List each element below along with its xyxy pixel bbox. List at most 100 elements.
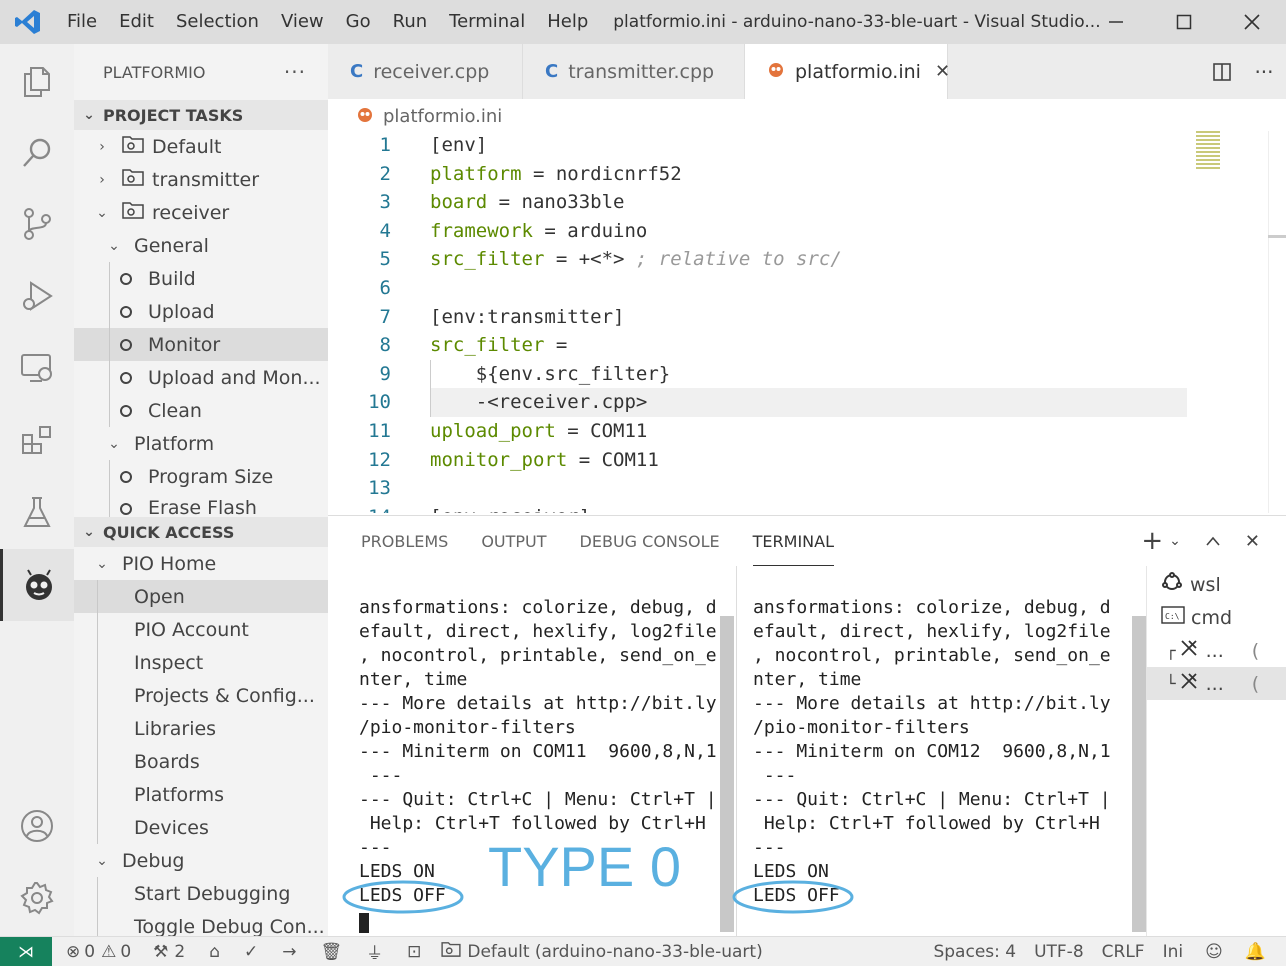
- env-receiver[interactable]: ⌄ receiver: [74, 196, 328, 229]
- env-default[interactable]: › Default: [74, 130, 328, 163]
- task-build[interactable]: Build: [74, 262, 328, 295]
- task-upload[interactable]: Upload: [74, 295, 328, 328]
- terminal-task-1[interactable]: ┌ ... (: [1146, 634, 1286, 667]
- search-icon[interactable]: [0, 117, 74, 189]
- panel-tab-problems[interactable]: PROBLEMS: [361, 516, 448, 566]
- eol-status[interactable]: CRLF: [1102, 942, 1145, 962]
- pio-terminal-icon[interactable]: ⊡: [407, 942, 421, 962]
- tasks-status[interactable]: ⚒ 2: [153, 942, 185, 962]
- settings-gear-icon[interactable]: [0, 862, 74, 934]
- group-general[interactable]: ⌄ General: [74, 229, 328, 262]
- code-line[interactable]: 2 platform = nordicnrf52: [328, 160, 1286, 189]
- terminal-task-2[interactable]: └ ... (: [1146, 667, 1286, 700]
- remote-indicator-icon[interactable]: ⋊: [0, 936, 52, 966]
- code-line[interactable]: 1 [env]: [328, 131, 1286, 160]
- breadcrumb[interactable]: platformio.ini: [356, 103, 502, 129]
- home-boards[interactable]: Boards: [74, 745, 328, 778]
- menu-go[interactable]: Go: [335, 0, 382, 44]
- maximize-panel-icon[interactable]: [1205, 532, 1221, 551]
- source-control-icon[interactable]: [0, 188, 74, 260]
- accounts-icon[interactable]: [0, 790, 74, 862]
- code-line[interactable]: 12 monitor_port = COM11: [328, 446, 1286, 475]
- explorer-icon[interactable]: [0, 46, 74, 118]
- panel-tab-debug-console[interactable]: DEBUG CONSOLE: [580, 516, 720, 566]
- home-open[interactable]: Open: [74, 580, 328, 613]
- terminal-cmd[interactable]: C:\ cmd: [1146, 601, 1286, 634]
- terminal-left-scrollbar[interactable]: [720, 616, 734, 932]
- code-line[interactable]: 8 src_filter =: [328, 331, 1286, 360]
- home-libraries[interactable]: Libraries: [74, 712, 328, 745]
- menu-selection[interactable]: Selection: [165, 0, 270, 44]
- menu-view[interactable]: View: [270, 0, 335, 44]
- home-projects-config[interactable]: Projects & Config...: [74, 679, 328, 712]
- home-devices[interactable]: Devices: [74, 811, 328, 844]
- home-inspect[interactable]: Inspect: [74, 646, 328, 679]
- code-line[interactable]: 6: [328, 274, 1286, 303]
- new-terminal-icon[interactable]: +: [1141, 526, 1163, 556]
- language-mode-status[interactable]: Ini: [1163, 942, 1184, 962]
- menu-terminal[interactable]: Terminal: [438, 0, 536, 44]
- notifications-bell-icon[interactable]: 🔔: [1245, 942, 1266, 962]
- terminal-left-output[interactable]: ansformations: colorize, debug, d efault…: [359, 596, 717, 908]
- terminal-right-scrollbar[interactable]: [1132, 616, 1146, 932]
- env-transmitter[interactable]: › transmitter: [74, 163, 328, 196]
- more-actions-icon[interactable]: ···: [284, 60, 306, 84]
- tab-platformio-ini[interactable]: platformio.ini ✕: [745, 44, 950, 99]
- indentation-status[interactable]: Spaces: 4: [933, 942, 1016, 962]
- code-line[interactable]: 3 board = nano33ble: [328, 188, 1286, 217]
- tab-receiver-cpp[interactable]: C receiver.cpp: [328, 44, 523, 99]
- pio-build-icon[interactable]: ✓: [244, 942, 258, 962]
- code-line[interactable]: 13: [328, 474, 1286, 503]
- task-monitor[interactable]: Monitor: [74, 328, 328, 361]
- encoding-status[interactable]: UTF-8: [1034, 942, 1084, 962]
- pio-monitor-icon[interactable]: ⏚: [366, 939, 383, 964]
- pio-clean-icon[interactable]: 🗑: [321, 942, 343, 962]
- debug-toggle-console[interactable]: Toggle Debug Con...: [74, 910, 328, 936]
- home-platforms[interactable]: Platforms: [74, 778, 328, 811]
- project-tasks-header[interactable]: ⌄ PROJECT TASKS: [74, 100, 328, 130]
- remote-explorer-icon[interactable]: [0, 332, 74, 404]
- task-clean[interactable]: Clean: [74, 394, 328, 427]
- home-pio-account[interactable]: PIO Account: [74, 613, 328, 646]
- menu-file[interactable]: File: [56, 0, 108, 44]
- editor-more-actions-icon[interactable]: ···: [1242, 44, 1286, 99]
- run-debug-icon[interactable]: [0, 260, 74, 332]
- code-line[interactable]: 10 -<receiver.cpp>: [328, 388, 1286, 417]
- code-line[interactable]: 7 [env:transmitter]: [328, 303, 1286, 332]
- tab-transmitter-cpp[interactable]: C transmitter.cpp: [523, 44, 745, 99]
- code-editor[interactable]: 1 [env] 2 platform = nordicnrf52 3 board = na…: [328, 131, 1286, 513]
- terminal-wsl[interactable]: wsl: [1146, 568, 1286, 601]
- code-line[interactable]: 5 src_filter = +<*> ; relative to src/: [328, 245, 1286, 274]
- testing-icon[interactable]: [0, 476, 74, 548]
- terminal-right-output[interactable]: ansformations: colorize, debug, d efault…: [753, 596, 1111, 908]
- group-debug[interactable]: ⌄ Debug: [74, 844, 328, 877]
- task-upload-and-monitor[interactable]: Upload and Mon...: [74, 361, 328, 394]
- pio-upload-icon[interactable]: →: [282, 942, 296, 962]
- menu-help[interactable]: Help: [536, 0, 599, 44]
- problems-status[interactable]: ⊗ 0 ⚠ 0: [66, 942, 131, 962]
- platformio-icon[interactable]: [0, 549, 74, 621]
- menu-edit[interactable]: Edit: [108, 0, 165, 44]
- panel-tab-terminal[interactable]: TERMINAL: [752, 516, 835, 566]
- group-platform[interactable]: ⌄ Platform: [74, 427, 328, 460]
- task-erase-flash[interactable]: Erase Flash: [74, 493, 328, 517]
- panel-tab-output[interactable]: OUTPUT: [481, 516, 546, 566]
- menu-run[interactable]: Run: [382, 0, 439, 44]
- minimap[interactable]: [1194, 131, 1286, 513]
- task-program-size[interactable]: Program Size: [74, 460, 328, 493]
- group-pio-home[interactable]: ⌄ PIO Home: [74, 547, 328, 580]
- code-line[interactable]: 4 framework = arduino: [328, 217, 1286, 246]
- minimize-button[interactable]: [1082, 0, 1150, 44]
- debug-start[interactable]: Start Debugging: [74, 877, 328, 910]
- code-line[interactable]: 11 upload_port = COM11: [328, 417, 1286, 446]
- feedback-icon[interactable]: ☺: [1205, 942, 1223, 962]
- chevron-down-icon[interactable]: ⌄: [1169, 533, 1181, 549]
- pio-home-icon[interactable]: ⌂: [209, 942, 220, 962]
- code-line[interactable]: 14 [env:receiver]: [328, 503, 1286, 513]
- quick-access-header[interactable]: ⌄ QUICK ACCESS: [74, 517, 328, 547]
- split-editor-icon[interactable]: [1202, 44, 1242, 99]
- close-panel-icon[interactable]: ✕: [1245, 531, 1260, 552]
- close-window-button[interactable]: [1218, 0, 1286, 44]
- extensions-icon[interactable]: [0, 404, 74, 476]
- code-line[interactable]: 9 ${env.src_filter}: [328, 360, 1286, 389]
